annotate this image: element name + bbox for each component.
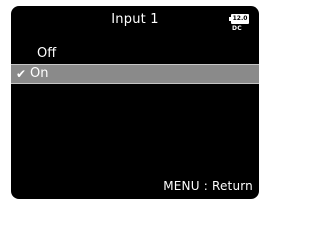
menu-item-label: On [30, 66, 49, 81]
screen-title: Input 1 [111, 12, 159, 27]
check-icon: ✔ [16, 67, 27, 81]
power-source-label: DC [232, 25, 242, 32]
menu-item-off[interactable]: Off [11, 44, 259, 64]
battery-icon: 12.0 [229, 14, 249, 24]
return-hint: MENU : Return [163, 179, 253, 193]
device-screen: Input 1 12.0 DC Off ✔ On MENU : Return [11, 6, 259, 199]
battery-level: 12.0 [232, 15, 248, 22]
menu-item-on[interactable]: ✔ On [11, 64, 259, 84]
menu-item-label: Off [37, 46, 57, 61]
